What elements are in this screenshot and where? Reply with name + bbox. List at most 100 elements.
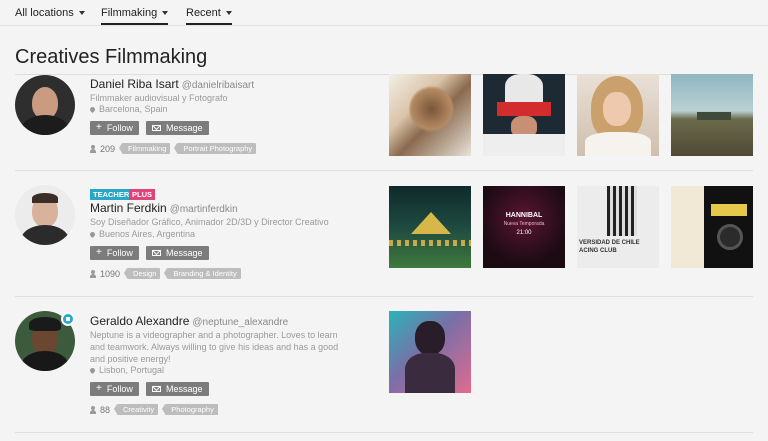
shirt-shape [483,134,565,156]
creative-name[interactable]: Daniel Riba Isart [90,77,179,91]
camera-reel-shape [717,224,743,250]
location-label: Lisbon, Portugal [99,365,165,375]
followers-count: 88 [100,404,111,415]
hat-shape [505,74,543,104]
chile-title: VERSIDAD DE CHILE [579,240,640,246]
project-thumbnail[interactable]: VERSIDAD DE CHILE ACING CLUB [577,186,659,268]
creative-location: Buenos Aires, Argentina [88,229,196,239]
avatar-body [21,351,69,371]
location-pin-icon [88,230,97,238]
hannibal-title: HANNIBAL [505,212,543,219]
project-thumbnail[interactable] [577,74,659,156]
project-thumbnail[interactable] [389,311,471,393]
filter-label: Recent [186,7,221,19]
page-title: Creatives Filmmaking [15,46,208,68]
envelope-icon [152,250,161,256]
triangle-shape [411,212,451,234]
followers-icon [90,144,96,153]
follow-button[interactable]: + Follow [90,382,139,396]
filter-label: All locations [15,7,74,19]
filter-label: Filmmaking [101,7,158,19]
message-label: Message [166,123,203,133]
project-thumbnail[interactable] [483,74,565,156]
avatar-body [21,225,69,245]
mask-shape [497,102,551,116]
creative-stats: 1090 Design Branding & Identity [90,268,241,279]
creative-description: Soy Diseñador Gráfico, Animador 2D/3D y … [90,217,329,227]
creative-handle[interactable]: @neptune_alexandre [192,317,288,328]
creative-stats: 209 Filmmaking Portrait Photography [90,143,257,154]
project-thumbnail[interactable]: HANNIBAL Nueva Temporada 21:00 [483,186,565,268]
creative-description: Neptune is a videographer and a photogra… [90,330,339,364]
creative-location: Lisbon, Portugal [88,365,165,375]
follow-button[interactable]: + Follow [90,246,139,260]
stripe-shape [389,240,471,246]
creative-location: Barcelona, Spain [88,104,168,114]
chevron-down-icon [78,11,85,15]
skill-tag[interactable]: Creativity [113,404,159,415]
creative-handle[interactable]: @danielribaisart [182,80,254,91]
filter-filmmaking[interactable]: Filmmaking [101,7,169,25]
followers-count: 1090 [100,268,121,279]
tractor-shape [697,112,731,120]
follow-label: Follow [106,123,133,133]
project-thumbnail[interactable] [671,74,753,156]
skill-tag[interactable]: Filmmaking [119,143,171,154]
chevron-down-icon [225,11,232,15]
skill-tag[interactable]: Photography [162,404,218,415]
follow-label: Follow [106,384,133,394]
message-button[interactable]: Message [146,382,209,396]
creative-description: Filmmaker audiovisual y Fotografo [90,93,228,103]
divider [15,432,753,433]
location-label: Barcelona, Spain [99,104,168,114]
creative-name[interactable]: Geraldo Alexandre [90,314,189,328]
followers-count: 209 [100,143,116,154]
creative-stats: 88 Creativity Photography [90,404,218,415]
project-thumbnail[interactable] [671,186,753,268]
teacher-label: TEACHER [90,189,133,200]
location-label: Buenos Aires, Argentina [99,229,196,239]
creative-name-line: Daniel Riba Isart @danielribaisart [90,77,254,91]
message-label: Message [166,384,203,394]
skill-tag[interactable]: Design [123,268,161,279]
chevron-down-icon [162,11,169,15]
hannibal-subtitle: Nueva Temporada [503,221,545,227]
player-shape [607,186,637,236]
location-pin-icon [88,105,97,113]
filter-recent[interactable]: Recent [186,7,232,25]
project-thumbnail[interactable] [389,186,471,268]
followers-icon [90,405,96,414]
divider [15,170,753,171]
plus-icon: + [96,247,102,258]
creative-name-line: Martin Ferdkin @martinferdkin [90,201,238,215]
pro-badge-icon [61,312,75,326]
filter-all-locations[interactable]: All locations [15,7,85,19]
skill-tag[interactable]: Portrait Photography [174,143,257,154]
banner-shape [711,204,747,216]
skill-tag[interactable]: Branding & Identity [164,268,241,279]
project-thumbnail[interactable] [389,74,471,156]
plus-label: PLUS [129,189,156,200]
follow-button[interactable]: + Follow [90,121,139,135]
divider [15,296,753,297]
creative-name[interactable]: Martin Ferdkin [90,201,167,215]
plus-icon: + [96,122,102,133]
face-shape [603,92,631,126]
face-shape [415,321,445,355]
followers-icon [90,269,96,278]
avatar[interactable] [15,75,75,135]
hair-shape [409,84,454,134]
follow-label: Follow [106,248,133,258]
dress-shape [585,132,651,156]
creative-name-line: Geraldo Alexandre @neptune_alexandre [90,314,288,328]
creative-handle[interactable]: @martinferdkin [170,204,238,215]
location-pin-icon [88,366,97,374]
envelope-icon [152,386,161,392]
message-button[interactable]: Message [146,246,209,260]
hannibal-time: 21:00 [516,230,532,236]
message-button[interactable]: Message [146,121,209,135]
body-shape [405,353,455,393]
envelope-icon [152,125,161,131]
plus-icon: + [96,383,102,394]
avatar[interactable] [15,185,75,245]
